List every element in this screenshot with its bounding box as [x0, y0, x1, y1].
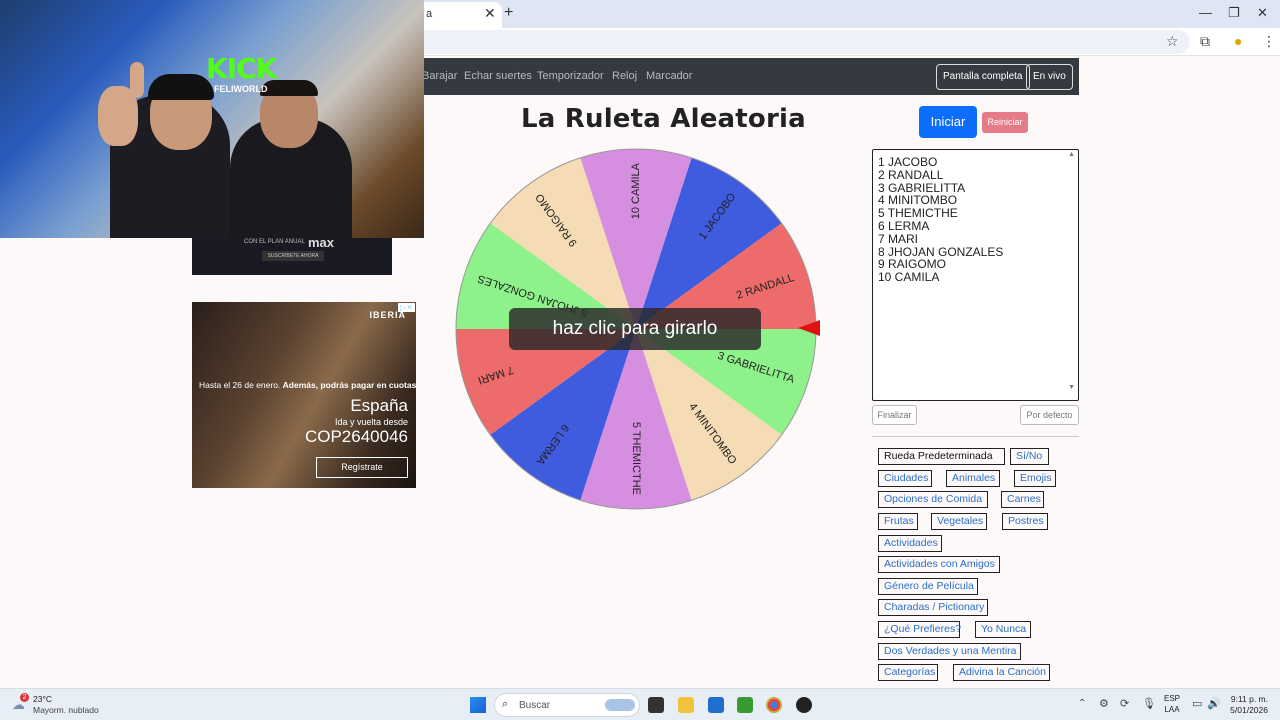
- profile-avatar-icon[interactable]: ●: [1234, 33, 1242, 49]
- file-explorer-icon[interactable]: [678, 697, 694, 713]
- close-window-button[interactable]: ✕: [1257, 5, 1268, 21]
- site-navbar: Barajar Echar suertes Temporizador Reloj…: [400, 58, 1079, 95]
- show-hidden-icons-icon[interactable]: ⌃: [1078, 698, 1086, 709]
- search-highlight-icon: [605, 699, 635, 711]
- language-bottom[interactable]: LAA: [1160, 705, 1184, 714]
- reset-button[interactable]: Reiniciar: [982, 112, 1028, 133]
- preset-button[interactable]: Adivina la Canción: [953, 664, 1050, 681]
- preset-button[interactable]: Opciones de Comida: [878, 491, 988, 508]
- restore-window-button[interactable]: ❐: [1228, 5, 1240, 21]
- tab-close-icon[interactable]: ✕: [484, 5, 496, 22]
- weather-desc[interactable]: Mayorm. nublado: [33, 705, 99, 715]
- preset-button[interactable]: ¿Qué Prefieres?: [878, 621, 961, 638]
- nav-link-reloj[interactable]: Reloj: [612, 70, 637, 82]
- page-title: La Ruleta Aleatoria: [521, 104, 806, 134]
- taskbar-search-placeholder: Buscar: [519, 700, 551, 711]
- ad-promo-line: Hasta el 26 de enero. Además, podrás pag…: [199, 380, 416, 390]
- nav-link-marcador[interactable]: Marcador: [646, 70, 692, 82]
- fullscreen-button[interactable]: Pantalla completa: [936, 64, 1030, 90]
- wheel-segment-label: 5 THEMICTHE: [630, 422, 642, 495]
- clock-time: 9:11 p. m.: [1230, 694, 1268, 704]
- names-list-line: 7 MARI: [878, 231, 919, 246]
- channel-name: FELIWORLD: [214, 84, 268, 94]
- store-icon[interactable]: [708, 697, 724, 713]
- volume-icon[interactable]: 🔊: [1207, 697, 1221, 710]
- streamer-1-cap: [148, 74, 214, 100]
- finish-button[interactable]: Finalizar: [872, 405, 917, 425]
- preset-button[interactable]: Dos Verdades y una Mentira: [878, 643, 1021, 660]
- preset-button[interactable]: Género de Película: [878, 578, 978, 595]
- names-textarea[interactable]: 1 JACOBO 2 RANDALL 3 GABRIELITTA 4 MINITOMB…: [872, 149, 1079, 401]
- tab-title: a: [426, 8, 433, 20]
- preset-button[interactable]: Postres: [1002, 513, 1048, 530]
- nav-link-temporizador[interactable]: Temporizador: [537, 70, 604, 82]
- wheel-pointer-icon: [798, 320, 820, 336]
- ad-top-line: CON EL PLAN ANUAL: [244, 239, 305, 245]
- scroll-down-icon[interactable]: ▼: [1068, 384, 1075, 391]
- extensions-icon[interactable]: ⧉: [1200, 33, 1210, 50]
- preset-button[interactable]: Actividades: [878, 535, 942, 552]
- preset-button[interactable]: Carnes: [1001, 491, 1044, 508]
- names-list-line: 6 LERMA: [878, 218, 930, 233]
- preset-button[interactable]: Frutas: [878, 513, 918, 530]
- default-button[interactable]: Por defecto: [1020, 405, 1079, 425]
- obs-icon[interactable]: [796, 697, 812, 713]
- ad-top-subscribe-button[interactable]: SUSCRÍBETE AHORA: [262, 251, 324, 261]
- spin-hint-overlay[interactable]: haz clic para girarlo: [509, 308, 761, 350]
- scroll-up-icon[interactable]: ▲: [1068, 151, 1075, 158]
- section-divider: [872, 436, 1079, 437]
- weather-temp[interactable]: 23°C: [33, 694, 52, 704]
- preset-button[interactable]: Emojis: [1014, 470, 1056, 487]
- chrome-icon[interactable]: [766, 697, 782, 713]
- preset-button[interactable]: Vegetales: [931, 513, 987, 530]
- preset-button[interactable]: Sí/No: [1010, 448, 1049, 465]
- kick-logo: KICK: [206, 52, 277, 85]
- iberia-ad[interactable]: ▷✕ IBERIA Hasta el 26 de enero. Además, …: [192, 302, 416, 488]
- taskbar-clock[interactable]: 9:11 p. m. 5/01/2026: [1228, 694, 1268, 716]
- preset-button[interactable]: Charadas / Pictionary: [878, 599, 988, 616]
- ad-route: Ida y vuelta desde: [334, 417, 408, 427]
- minimize-window-button[interactable]: —: [1199, 5, 1212, 20]
- microphone-icon[interactable]: 🎙: [1142, 697, 1156, 710]
- ad-promo-line-b: Además, podrás pagar en cuotas.: [282, 380, 416, 390]
- new-tab-button[interactable]: +: [504, 4, 513, 22]
- streamer-1-finger: [130, 62, 144, 98]
- search-icon: ⌕: [502, 698, 509, 710]
- preset-button[interactable]: Ciudades: [878, 470, 932, 487]
- tray-app-icon[interactable]: ⚙: [1099, 697, 1109, 710]
- browser-menu-icon[interactable]: ⋮: [1262, 33, 1276, 50]
- ad-register-button[interactable]: Regístrate: [316, 457, 408, 478]
- nav-link-barajar[interactable]: Barajar: [422, 70, 457, 82]
- bookmark-star-icon[interactable]: ☆: [1166, 33, 1179, 50]
- language-top[interactable]: ESP: [1160, 694, 1184, 703]
- task-view-icon[interactable]: [648, 697, 664, 713]
- live-button[interactable]: En vivo: [1026, 64, 1073, 90]
- tray-sync-icon[interactable]: ⟳: [1120, 697, 1129, 710]
- preset-button[interactable]: Rueda Predeterminada: [878, 448, 1005, 465]
- ad-promo-line-a: Hasta el 26 de enero.: [199, 380, 283, 390]
- webcam-overlay: KICK FELIWORLD: [0, 0, 424, 238]
- ad-price: COP2640046: [304, 427, 408, 446]
- names-list-line: 1 JACOBO: [878, 155, 938, 169]
- windows-taskbar: ☁ 2 23°C Mayorm. nublado ⌕ Buscar ⌃ ⚙ ⟳ …: [0, 688, 1280, 720]
- network-icon[interactable]: ▭: [1192, 697, 1202, 710]
- clock-date: 5/01/2026: [1230, 705, 1268, 715]
- max-ad-banner[interactable]: CON EL PLAN ANUAL max SUSCRÍBETE AHORA: [192, 235, 392, 275]
- wheel-segment-label: 10 CAMILA: [630, 162, 642, 219]
- iberia-logo: IBERIA: [369, 310, 406, 320]
- minecraft-icon[interactable]: [737, 697, 753, 713]
- address-bar[interactable]: [400, 30, 1190, 54]
- names-list-line: 10 CAMILA: [878, 270, 940, 285]
- taskbar-search[interactable]: ⌕ Buscar: [494, 693, 640, 717]
- ad-destination: España: [350, 396, 408, 415]
- weather-badge: 2: [20, 693, 29, 702]
- windows-start-icon[interactable]: [470, 697, 486, 713]
- nav-link-echar-suertes[interactable]: Echar suertes: [464, 70, 532, 82]
- preset-button[interactable]: Actividades con Amigos: [878, 556, 1000, 573]
- start-button[interactable]: Iniciar: [919, 106, 977, 138]
- names-list-line: 2 RANDALL: [878, 167, 944, 182]
- preset-button[interactable]: Categorías: [878, 664, 938, 681]
- preset-button[interactable]: Yo Nunca: [975, 621, 1031, 638]
- preset-button[interactable]: Animales: [946, 470, 1000, 487]
